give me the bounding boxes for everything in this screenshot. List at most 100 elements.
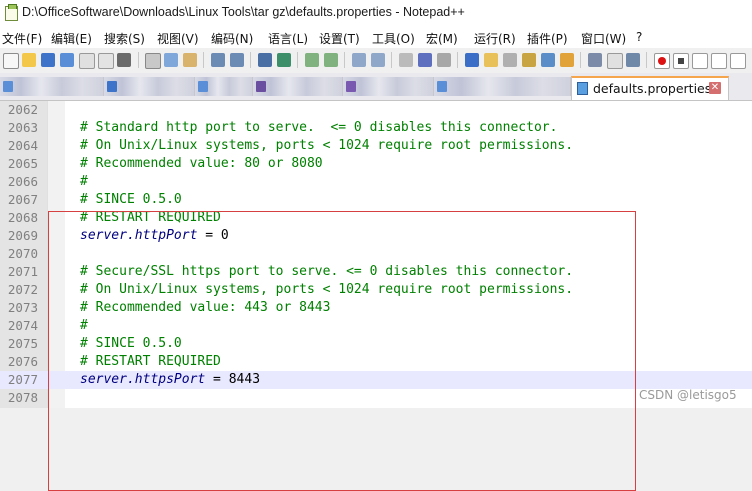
tab-blurred[interactable]: [434, 77, 571, 96]
code-line[interactable]: 2068 # RESTART REQUIRED: [0, 209, 752, 227]
code-line[interactable]: 2063 # Standard http port to serve. <= 0…: [0, 119, 752, 137]
code-line[interactable]: 2067 # SINCE 0.5.0: [0, 191, 752, 209]
show-all-chars-icon[interactable]: [418, 53, 432, 67]
indent-guide-icon[interactable]: [437, 53, 451, 67]
editor-area[interactable]: 2062 2063 # Standard http port to serve.…: [0, 101, 752, 491]
menu-plugins[interactable]: 插件(P): [527, 30, 568, 47]
undo-icon[interactable]: [211, 53, 225, 67]
redo-icon[interactable]: [230, 53, 244, 67]
toolbar-separator: [344, 52, 345, 68]
folder-icon[interactable]: [484, 53, 498, 67]
line-number: 2077: [7, 372, 38, 387]
tab-blurred[interactable]: [0, 77, 104, 96]
tab-close-icon[interactable]: ✕: [709, 82, 721, 94]
code-line[interactable]: 2064 # On Unix/Linux systems, ports < 10…: [0, 137, 752, 155]
toolbar-separator: [391, 52, 392, 68]
save-all-icon[interactable]: [60, 53, 74, 67]
close-all-icon[interactable]: [98, 53, 114, 69]
replace-icon[interactable]: [277, 53, 291, 67]
tab-blurred[interactable]: [343, 77, 434, 96]
new-file-icon[interactable]: [3, 53, 19, 69]
code-line[interactable]: 2073 # Recommended value: 443 or 8443: [0, 299, 752, 317]
tab-defaults-properties[interactable]: defaults.properties ✕: [571, 76, 729, 100]
monitor-icon[interactable]: [560, 53, 574, 67]
zoom-out-icon[interactable]: [324, 53, 338, 67]
line-number: 2072: [7, 282, 38, 297]
current-line[interactable]: 2077 server.httpsPort = 8443: [0, 371, 752, 389]
folder-as-workspace-icon[interactable]: [541, 53, 555, 67]
code-line[interactable]: 2070: [0, 245, 752, 263]
tab-blurred[interactable]: [253, 77, 343, 96]
paste-icon[interactable]: [183, 53, 197, 67]
code-line[interactable]: 2062: [0, 101, 752, 119]
menu-language[interactable]: 语言(L): [268, 30, 308, 47]
language-icon[interactable]: [465, 53, 479, 67]
line-number: 2071: [7, 264, 38, 279]
tab-blurred[interactable]: [104, 77, 195, 96]
menu-encoding[interactable]: 编码(N): [211, 30, 253, 47]
sync-vertical-icon[interactable]: [352, 53, 366, 67]
menu-help[interactable]: ?: [636, 30, 642, 44]
comment-text: # On Unix/Linux systems, ports < 1024 re…: [80, 282, 574, 297]
code-line[interactable]: 2071 # Secure/SSL https port to serve. <…: [0, 263, 752, 281]
toolbar-separator: [138, 52, 139, 68]
close-icon[interactable]: [79, 53, 95, 69]
menu-settings[interactable]: 设置(T): [319, 30, 360, 47]
tab-blurred[interactable]: [195, 77, 253, 96]
code-line[interactable]: 2066 #: [0, 173, 752, 191]
menu-macro[interactable]: 宏(M): [426, 30, 458, 47]
stop-macro-icon[interactable]: [673, 53, 689, 69]
menu-search[interactable]: 搜索(S): [104, 30, 145, 47]
menu-tools[interactable]: 工具(O): [372, 30, 415, 47]
toolbar-separator: [457, 52, 458, 68]
comment-text: # SINCE 0.5.0: [80, 336, 182, 351]
code-line[interactable]: 2065 # Recommended value: 80 or 8080: [0, 155, 752, 173]
toolbar: [0, 48, 752, 74]
code-line[interactable]: 2075 # SINCE 0.5.0: [0, 335, 752, 353]
copy-icon[interactable]: [164, 53, 178, 67]
line-number: 2074: [7, 318, 38, 333]
save-file-icon: [577, 82, 588, 95]
record-macro-icon[interactable]: [654, 53, 670, 69]
file-icon: [346, 81, 356, 92]
menu-view[interactable]: 视图(V): [157, 30, 199, 47]
property-line: server.httpsPort = 8443: [80, 371, 260, 389]
line-number: 2067: [7, 192, 38, 207]
pane-icon[interactable]: [607, 53, 623, 69]
menu-edit[interactable]: 编辑(E): [51, 30, 92, 47]
save-macro-icon[interactable]: [730, 53, 746, 69]
menu-window[interactable]: 窗口(W): [581, 30, 626, 47]
run-macro-icon[interactable]: [711, 53, 727, 69]
word-wrap-icon[interactable]: [399, 53, 413, 67]
cut-icon[interactable]: [145, 53, 161, 69]
code-line[interactable]: 2069 server.httpPort = 0: [0, 227, 752, 245]
watermark: CSDN @letisgo5: [639, 388, 737, 402]
comment-text: # SINCE 0.5.0: [80, 192, 182, 207]
code-line[interactable]: 2072 # On Unix/Linux systems, ports < 10…: [0, 281, 752, 299]
menu-file[interactable]: 文件(F): [2, 30, 42, 47]
comment-text: # RESTART REQUIRED: [80, 354, 221, 369]
property-value: 0: [220, 228, 229, 243]
file-icon: [3, 81, 13, 92]
toolbar-separator: [203, 52, 204, 68]
doc-map-icon[interactable]: [503, 53, 517, 67]
line-number: 2062: [7, 102, 38, 117]
toolbar-separator: [297, 52, 298, 68]
property-line: server.httpPort = 0: [80, 227, 229, 245]
function-list-icon[interactable]: [522, 53, 536, 67]
property-key: server.httpPort: [80, 228, 198, 243]
code-line[interactable]: 2074 #: [0, 317, 752, 335]
sync-horizontal-icon[interactable]: [371, 53, 385, 67]
menu-run[interactable]: 运行(R): [474, 30, 516, 47]
play-macro-icon[interactable]: [692, 53, 708, 69]
zoom-in-icon[interactable]: [305, 53, 319, 67]
find-icon[interactable]: [258, 53, 272, 67]
print-icon[interactable]: [117, 53, 131, 67]
open-file-icon[interactable]: [22, 53, 36, 67]
code-line[interactable]: 2076 # RESTART REQUIRED: [0, 353, 752, 371]
eye-icon[interactable]: [626, 53, 640, 67]
file-icon: [437, 81, 447, 92]
save-icon[interactable]: [41, 53, 55, 67]
project-panel-icon[interactable]: [588, 53, 602, 67]
line-number: 2064: [7, 138, 38, 153]
